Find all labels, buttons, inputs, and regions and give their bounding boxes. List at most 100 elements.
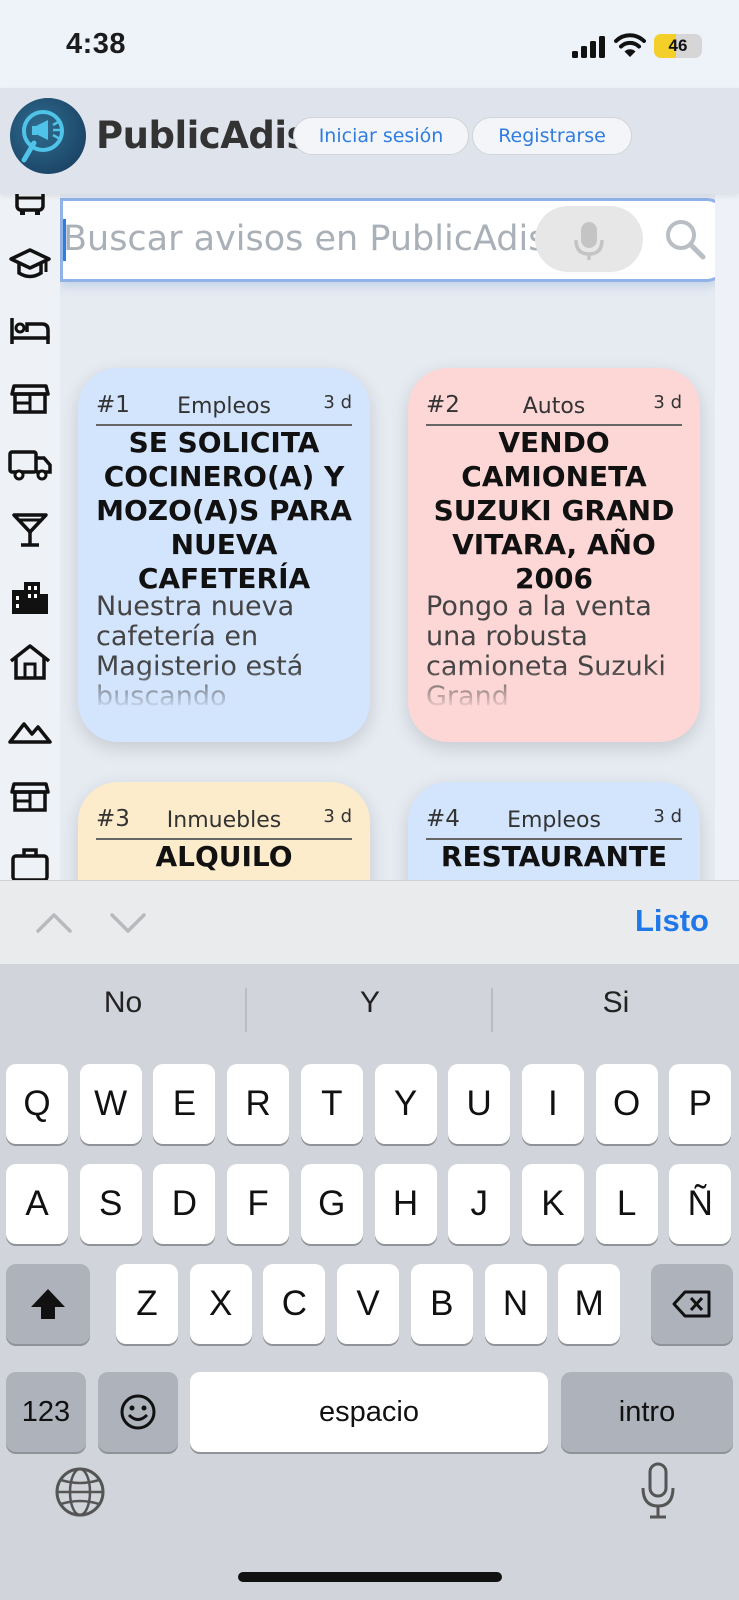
mountains-icon[interactable] <box>8 710 52 750</box>
card-header: Inmuebles #3 3 d <box>96 802 352 840</box>
shift-arrow-icon <box>31 1289 65 1319</box>
key-z[interactable]: Z <box>116 1264 178 1344</box>
key-m[interactable]: M <box>558 1264 621 1344</box>
card-number: #2 <box>426 392 460 418</box>
brand-name: PublicAdis <box>96 114 309 157</box>
card-category: Empleos <box>177 394 271 419</box>
chevron-down-icon[interactable] <box>106 903 150 943</box>
return-key[interactable]: intro <box>561 1372 733 1452</box>
card-age: 3 d <box>653 392 682 413</box>
graduation-cap-icon[interactable] <box>8 244 52 284</box>
card-title: ALQUILO <box>155 840 293 873</box>
briefcase-icon[interactable] <box>8 842 52 880</box>
ad-card[interactable]: Autos #2 3 d VENDO CAMIONETA SUZUKI GRAN… <box>408 368 700 742</box>
building-icon[interactable] <box>8 578 52 618</box>
search-icon[interactable] <box>663 217 707 261</box>
delete-key[interactable] <box>651 1264 733 1344</box>
key-d[interactable]: D <box>153 1164 216 1244</box>
on-screen-keyboard: No Y Si QWERTYUIOP ASDFGHJKLÑ ZXCVBNM 12… <box>0 964 739 1600</box>
key-p[interactable]: P <box>669 1064 732 1144</box>
home-indicator[interactable] <box>238 1572 502 1582</box>
key-f[interactable]: F <box>227 1164 290 1244</box>
key-t[interactable]: T <box>300 1064 363 1144</box>
key-j[interactable]: J <box>448 1164 511 1244</box>
category-sidebar <box>0 194 60 880</box>
key-o[interactable]: O <box>595 1064 658 1144</box>
card-description: Nuestra nueva cafetería en Magisterio es… <box>96 592 304 710</box>
key-u[interactable]: U <box>448 1064 511 1144</box>
listings-area: Buscar avisos en PublicAdis Empleos #1 3… <box>60 194 715 880</box>
truck-icon[interactable] <box>8 444 52 484</box>
card-description: Pongo a la venta una robusta camioneta S… <box>426 592 666 710</box>
key-y[interactable]: Y <box>374 1064 437 1144</box>
emoji-icon <box>120 1394 156 1430</box>
app-header: PublicAdis Iniciar sesión Registrarse <box>0 88 739 194</box>
card-number: #1 <box>96 392 130 418</box>
suggestion-1[interactable]: No <box>0 986 246 1020</box>
suggestion-2[interactable]: Y <box>247 986 493 1020</box>
key-i[interactable]: I <box>521 1064 584 1144</box>
wifi-icon <box>614 33 646 57</box>
keyboard-accessory-bar: Listo <box>0 880 739 964</box>
key-b[interactable]: B <box>410 1264 473 1344</box>
chevron-up-icon[interactable] <box>32 903 76 943</box>
shop-icon[interactable] <box>8 776 52 816</box>
microphone-icon <box>574 222 604 260</box>
key-s[interactable]: S <box>79 1164 142 1244</box>
status-bar: 4:38 46 <box>0 0 739 88</box>
card-title: SE SOLICITA COCINERO(A) Y MOZO(A)S PARA … <box>96 426 352 595</box>
card-category: Inmuebles <box>166 808 282 833</box>
suggestion-3[interactable]: Si <box>493 986 739 1020</box>
space-key[interactable]: espacio <box>190 1372 548 1452</box>
key-l[interactable]: L <box>595 1164 658 1244</box>
register-button[interactable]: Registrarse <box>472 117 632 155</box>
voice-search-button[interactable] <box>535 206 643 272</box>
key-h[interactable]: H <box>374 1164 437 1244</box>
login-button[interactable]: Iniciar sesión <box>293 117 469 155</box>
key-w[interactable]: W <box>79 1064 142 1144</box>
numbers-key[interactable]: 123 <box>6 1372 86 1452</box>
globe-icon[interactable] <box>52 1464 108 1520</box>
card-title: VENDO CAMIONETA SUZUKI GRAND VITARA, AÑO… <box>433 426 675 595</box>
store-icon[interactable] <box>8 378 52 418</box>
status-time: 4:38 <box>66 28 127 60</box>
backspace-icon <box>672 1290 711 1318</box>
key-n[interactable]: N <box>484 1264 547 1344</box>
key-r[interactable]: R <box>227 1064 290 1144</box>
card-number: #4 <box>426 806 460 832</box>
battery-indicator: 46 <box>654 34 702 58</box>
search-bar: Buscar avisos en PublicAdis <box>60 198 715 282</box>
ad-card[interactable]: Empleos #4 3 d RESTAURANTE <box>408 782 700 880</box>
dictation-microphone-icon[interactable] <box>638 1460 678 1522</box>
key-x[interactable]: X <box>189 1264 252 1344</box>
card-number: #3 <box>96 806 130 832</box>
key-e[interactable]: E <box>153 1064 216 1144</box>
ad-card[interactable]: Inmuebles #3 3 d ALQUILO <box>78 782 370 880</box>
card-header: Autos #2 3 d <box>426 388 682 426</box>
card-header: Empleos #1 3 d <box>96 388 352 426</box>
bus-icon[interactable] <box>8 194 52 220</box>
card-category: Autos <box>522 394 586 419</box>
card-age: 3 d <box>323 806 352 827</box>
key-a[interactable]: A <box>6 1164 68 1244</box>
key-k[interactable]: K <box>521 1164 584 1244</box>
publicadis-logo[interactable] <box>10 98 86 174</box>
key-v[interactable]: V <box>337 1264 400 1344</box>
emoji-key[interactable] <box>98 1372 178 1452</box>
card-header: Empleos #4 3 d <box>426 802 682 840</box>
ad-card[interactable]: Empleos #1 3 d SE SOLICITA COCINERO(A) Y… <box>78 368 370 742</box>
cellular-signal-icon <box>572 36 605 58</box>
key-c[interactable]: C <box>263 1264 326 1344</box>
card-title: RESTAURANTE <box>440 840 668 873</box>
house-icon[interactable] <box>8 642 52 682</box>
shift-key[interactable] <box>6 1264 90 1344</box>
done-button[interactable]: Listo <box>635 903 709 939</box>
cocktail-icon[interactable] <box>8 510 52 550</box>
bed-icon[interactable] <box>8 310 52 350</box>
search-input[interactable]: Buscar avisos en PublicAdis <box>63 219 543 259</box>
key-q[interactable]: Q <box>6 1064 68 1144</box>
card-category: Empleos <box>507 808 601 833</box>
key-ñ[interactable]: Ñ <box>669 1164 732 1244</box>
text-cursor <box>63 219 66 261</box>
key-g[interactable]: G <box>300 1164 363 1244</box>
